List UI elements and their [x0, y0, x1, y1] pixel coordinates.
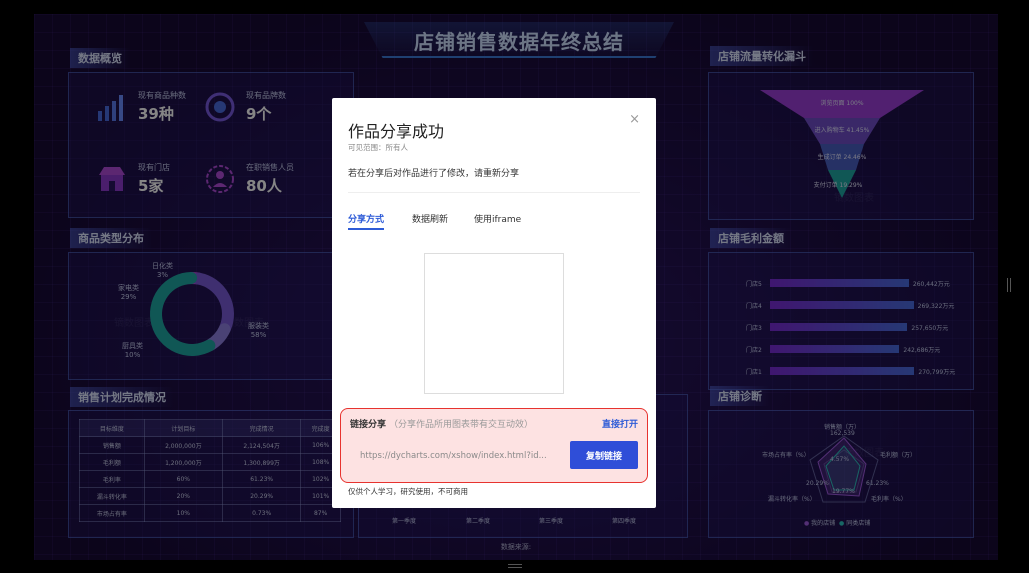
visibility-scope: 可见范围：所有人 — [348, 143, 408, 152]
resize-handle[interactable] — [1007, 278, 1011, 292]
open-directly-link[interactable]: 直接打开 — [602, 417, 638, 430]
modal-title: 作品分享成功 — [348, 122, 445, 141]
link-share-hint: （分享作品所用图表带有交互动效） — [389, 420, 534, 430]
link-share-section: 链接分享 （分享作品所用图表带有交互动效） 直接打开 复制链接 — [340, 408, 648, 483]
close-icon[interactable]: × — [629, 112, 640, 127]
tab-share-method[interactable]: 分享方式 — [348, 212, 385, 230]
resize-handle[interactable] — [508, 564, 522, 568]
link-share-title: 链接分享 — [350, 420, 387, 430]
reshare-note: 若在分享后对作品进行了修改，请重新分享 — [348, 169, 520, 179]
qr-code-placeholder — [424, 253, 564, 394]
share-success-modal: 作品分享成功 × 可见范围：所有人 若在分享后对作品进行了修改，请重新分享 分享… — [332, 98, 656, 508]
copy-link-button[interactable]: 复制链接 — [570, 441, 638, 469]
usage-disclaimer: 仅供个人学习，研究使用，不可商用 — [348, 487, 468, 496]
tab-iframe[interactable]: 使用iframe — [474, 212, 521, 225]
divider — [348, 192, 640, 193]
tab-data-refresh[interactable]: 数据刷新 — [412, 212, 448, 225]
share-link-input[interactable] — [350, 443, 560, 469]
